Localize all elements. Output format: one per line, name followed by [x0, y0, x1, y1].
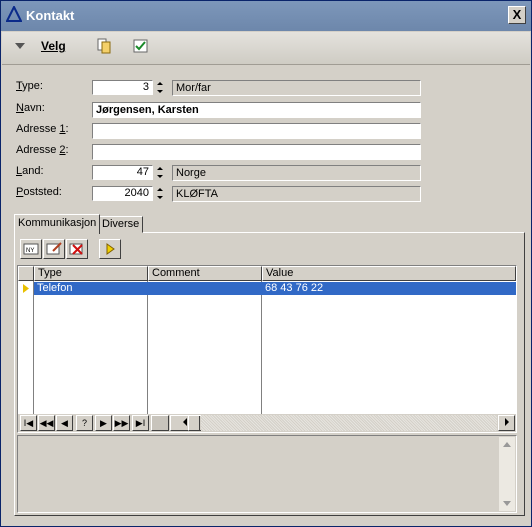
scroll-left-disabled	[151, 415, 169, 431]
grid-divider	[33, 281, 34, 415]
notes-memo[interactable]	[17, 435, 517, 513]
type-spinner[interactable]	[154, 80, 166, 95]
new-record-button[interactable]: NY	[20, 239, 42, 259]
adresse1-input[interactable]	[92, 123, 421, 139]
column-header-comment[interactable]: Comment	[148, 266, 262, 281]
tab-diverse[interactable]: Diverse	[98, 216, 144, 233]
prev-page-button[interactable]: ◀◀	[38, 415, 55, 431]
velg-button[interactable]: Velg	[41, 39, 66, 53]
adresse2-input[interactable]	[92, 144, 421, 160]
edit-record-button[interactable]	[43, 239, 65, 259]
communication-grid: Type Comment Value Telefon 68 43 76 22 I…	[17, 265, 517, 433]
grid-indicator-header	[18, 266, 34, 281]
navn-label: Navn:	[16, 102, 45, 114]
record-navigator: I◀ ◀◀ ◀ ? ▶ ▶▶ ▶I	[18, 414, 516, 432]
checklist-icon[interactable]	[133, 38, 149, 54]
contact-window: Kontakt X Velg Type: 3 Mor/far Navn: Jør…	[0, 0, 532, 527]
type-description: Mor/far	[172, 80, 421, 96]
grid-divider	[147, 281, 148, 415]
window-title: Kontakt	[26, 8, 75, 23]
poststed-spinner[interactable]	[154, 186, 166, 201]
type-label: Type:	[16, 80, 43, 92]
adresse1-label: Adresse 1:	[16, 123, 69, 135]
app-icon	[6, 6, 22, 22]
next-page-button[interactable]: ▶▶	[113, 415, 130, 431]
type-number-input[interactable]: 3	[92, 80, 153, 95]
column-header-value[interactable]: Value	[262, 266, 516, 281]
copy-icon[interactable]	[96, 38, 112, 54]
prev-record-button[interactable]: ◀	[56, 415, 73, 431]
scroll-down-icon[interactable]	[503, 501, 511, 506]
play-button[interactable]	[99, 239, 121, 259]
svg-text:NY: NY	[26, 248, 34, 254]
adresse2-label: Adresse 2:	[16, 144, 69, 156]
grid-divider	[261, 281, 262, 415]
row-indicator-icon	[23, 284, 29, 293]
land-spinner[interactable]	[154, 165, 166, 180]
table-row[interactable]: Telefon 68 43 76 22	[34, 282, 516, 295]
poststed-description: KLØFTA	[172, 186, 421, 202]
scroll-right-button[interactable]	[498, 415, 515, 431]
toolbar	[2, 32, 530, 65]
cell-type: Telefon	[37, 282, 73, 294]
land-label: Land:	[16, 165, 44, 177]
help-button[interactable]: ?	[76, 415, 93, 431]
last-record-button[interactable]: ▶I	[132, 415, 149, 431]
navn-input[interactable]: Jørgensen, Karsten	[92, 102, 421, 118]
close-button[interactable]: X	[508, 6, 526, 24]
land-description: Norge	[172, 165, 421, 181]
dropdown-arrow-icon[interactable]	[15, 43, 25, 49]
title-bar[interactable]: Kontakt X	[1, 1, 531, 31]
poststed-label: Poststed:	[16, 186, 62, 198]
next-record-button[interactable]: ▶	[95, 415, 112, 431]
land-number-input[interactable]: 47	[92, 165, 153, 180]
cell-value: 68 43 76 22	[265, 282, 324, 294]
vertical-scrollbar[interactable]	[499, 437, 515, 511]
column-header-type[interactable]: Type	[34, 266, 148, 281]
poststed-number-input[interactable]: 2040	[92, 186, 153, 201]
first-record-button[interactable]: I◀	[20, 415, 37, 431]
scroll-up-icon[interactable]	[503, 442, 511, 447]
tab-kommunikasjon[interactable]: Kommunikasjon	[14, 214, 101, 234]
delete-record-button[interactable]	[66, 239, 88, 259]
horizontal-scrollbar-track[interactable]	[201, 415, 497, 431]
